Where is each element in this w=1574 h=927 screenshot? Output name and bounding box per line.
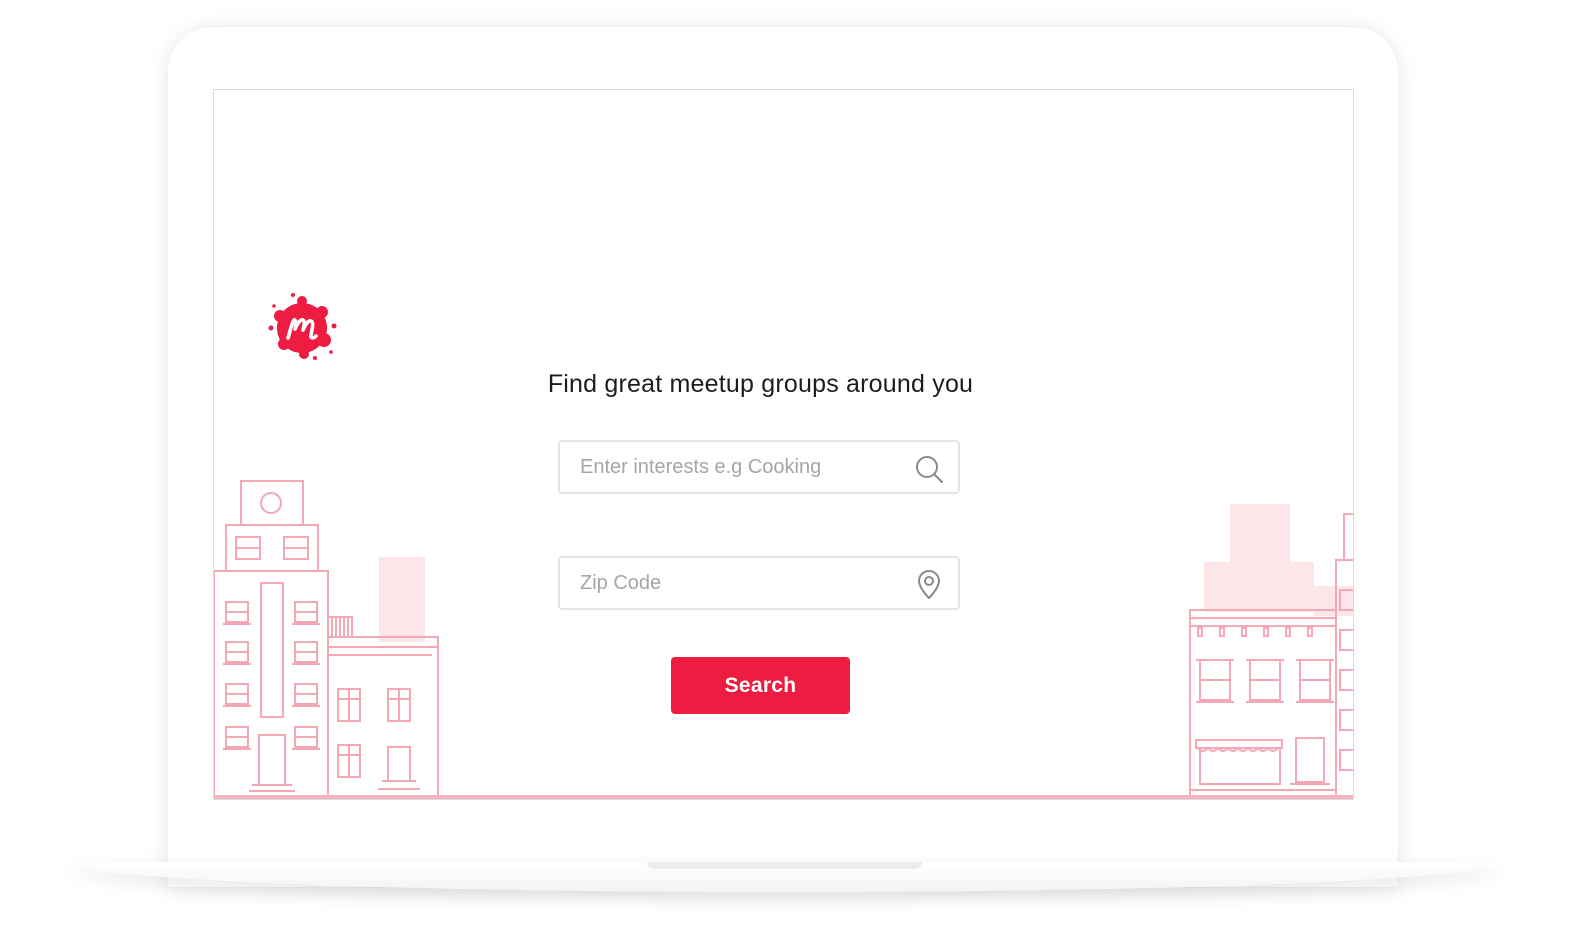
interests-input[interactable] xyxy=(580,442,900,492)
city-buildings-left-illustration xyxy=(214,480,439,799)
zip-code-input[interactable] xyxy=(580,558,900,608)
meetup-logo-icon xyxy=(268,293,337,360)
ground-line xyxy=(214,795,1353,799)
laptop-mockup: Find great meetup groups around you Sear… xyxy=(0,0,1574,927)
search-icon[interactable] xyxy=(914,454,944,484)
search-button[interactable]: Search xyxy=(671,657,850,714)
laptop-notch xyxy=(647,862,922,869)
page-headline: Find great meetup groups around you xyxy=(547,370,974,398)
zip-code-field[interactable] xyxy=(558,556,960,610)
interests-field[interactable] xyxy=(558,440,960,494)
location-pin-icon xyxy=(918,570,940,599)
app-screen: Find great meetup groups around you Sear… xyxy=(213,89,1354,800)
city-buildings-right-illustration xyxy=(1189,504,1353,799)
